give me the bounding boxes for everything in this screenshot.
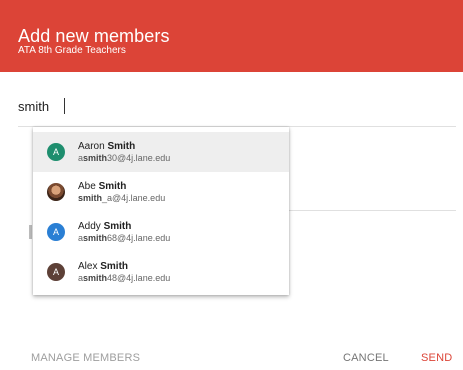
first-name: Aaron (78, 141, 105, 152)
section-divider (289, 210, 456, 211)
suggestion-email: asmith68@4j.lane.edu (78, 233, 170, 244)
manage-members-button[interactable]: MANAGE MEMBERS (31, 352, 140, 365)
first-name: Alex (78, 261, 98, 272)
dialog-subtitle: ATA 8th Grade Teachers (18, 45, 126, 56)
email-suffix: _a@4j.lane.edu (102, 193, 166, 203)
suggestion-email: asmith48@4j.lane.edu (78, 273, 170, 284)
email-suffix: 30@4j.lane.edu (107, 153, 171, 163)
suggestion-item-addy-smith[interactable]: A Addy Smith asmith68@4j.lane.edu (33, 212, 289, 252)
email-match: smith (83, 233, 108, 243)
email-suffix: 48@4j.lane.edu (107, 273, 171, 283)
text-cursor (64, 98, 65, 114)
suggestion-email: smith_a@4j.lane.edu (78, 193, 165, 204)
suggestion-name: Alex Smith (78, 261, 128, 273)
user-photo-icon (47, 183, 65, 201)
email-match: smith (78, 193, 103, 203)
suggestion-name: Abe Smith (78, 181, 126, 193)
suggestion-dropdown: A Aaron Smith asmith30@4j.lane.edu Abe S… (33, 127, 289, 295)
background-checkbox-edge (29, 225, 32, 239)
suggestion-item-aaron-smith[interactable]: A Aaron Smith asmith30@4j.lane.edu (33, 132, 289, 172)
cancel-button[interactable]: CANCEL (343, 352, 389, 365)
first-name: Abe (78, 181, 96, 192)
member-search-row (18, 95, 456, 117)
suggestion-item-abe-smith[interactable]: Abe Smith smith_a@4j.lane.edu (33, 172, 289, 212)
email-match: smith (83, 153, 108, 163)
last-name-match: Smith (107, 141, 136, 152)
email-match: smith (83, 273, 108, 283)
avatar: A (47, 143, 65, 161)
last-name-match: Smith (98, 181, 127, 192)
first-name: Addy (78, 221, 101, 232)
avatar: A (47, 223, 65, 241)
avatar-letter: A (52, 267, 59, 277)
add-members-dialog: Add new members ATA 8th Grade Teachers A… (0, 0, 463, 370)
suggestion-name: Aaron Smith (78, 141, 135, 153)
dialog-title: Add new members (18, 26, 170, 46)
member-search-input[interactable] (18, 95, 438, 117)
suggestion-email: asmith30@4j.lane.edu (78, 153, 170, 164)
suggestion-name: Addy Smith (78, 221, 131, 233)
avatar-letter: A (52, 227, 59, 237)
dialog-header: Add new members ATA 8th Grade Teachers (0, 0, 463, 72)
avatar-letter: A (52, 147, 59, 157)
email-suffix: 68@4j.lane.edu (107, 233, 171, 243)
suggestion-item-alex-smith[interactable]: A Alex Smith asmith48@4j.lane.edu (33, 252, 289, 292)
last-name-match: Smith (100, 261, 129, 272)
last-name-match: Smith (103, 221, 132, 232)
avatar: A (47, 263, 65, 281)
send-button[interactable]: SEND (421, 352, 452, 365)
